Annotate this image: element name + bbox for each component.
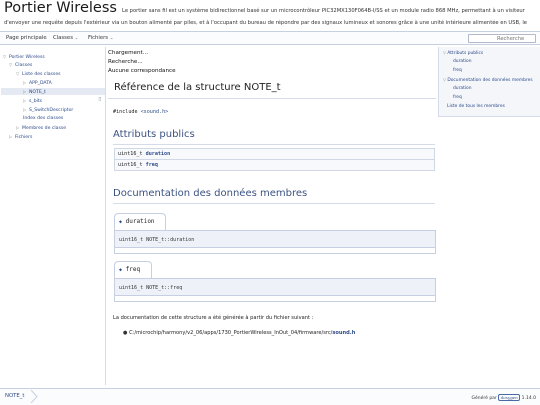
generated-from-note: La documentation de cette structure a ét…: [113, 315, 314, 321]
main-document: Chargement... Recherche... Aucune corres…: [107, 47, 437, 385]
nav-files-label: Fichiers: [88, 35, 109, 41]
toc-item-label: freq: [453, 95, 462, 100]
source-file-item: ● C:/microchip/harmony/v2_06/apps/1730_P…: [123, 330, 355, 336]
status-no-match: Aucune correspondance: [108, 68, 176, 74]
toc-item-label: duration: [453, 86, 472, 91]
member-name: freq: [125, 266, 141, 273]
section-title-public-attributes: Attributs publics: [113, 129, 195, 140]
tree-item-files[interactable]: ▷ Fichiers: [9, 133, 32, 140]
tree-item-label: S_SwitchDescriptor: [29, 108, 74, 113]
member-name: duration: [125, 218, 155, 225]
toc-item-duration-doc[interactable]: duration: [453, 86, 471, 91]
toc-item-all-members[interactable]: Liste de tous les membres: [447, 104, 505, 109]
attribute-name-link[interactable]: duration: [146, 151, 171, 157]
status-loading: Chargement...: [108, 50, 149, 56]
attribute-row: uint16_t duration: [115, 149, 434, 160]
tree-item-classes[interactable]: ▽ Classes: [9, 61, 32, 68]
tree-item-class-list[interactable]: ▽ Liste des classes: [16, 70, 61, 77]
section-divider: [113, 144, 435, 145]
tree-item-class-members[interactable]: ▷ Membres de classe: [16, 124, 66, 131]
doxygen-logo[interactable]: doxygen: [498, 394, 521, 401]
tree-item-label: Portier Wireless: [9, 55, 45, 60]
nav-classes-label: Classes: [53, 35, 73, 41]
page-title-bar: Référence de la structure NOTE_t: [108, 77, 436, 99]
nav-files[interactable]: Fichiers ⌄: [88, 35, 114, 41]
tree-item-s-switchdescriptor[interactable]: ▷ S_SwitchDescriptor: [23, 106, 73, 113]
toc-item-label: Documentation des données membres: [447, 78, 533, 83]
toc-item-label: duration: [453, 59, 472, 64]
toc-item-public-attributes[interactable]: ▽ Attributs publics: [443, 50, 483, 56]
toc-item-duration[interactable]: duration: [453, 59, 471, 64]
member-heading-duration: ◆ duration: [114, 213, 166, 230]
page-title: Référence de la structure NOTE_t: [114, 82, 281, 93]
include-line: #include <sound.h>: [113, 109, 168, 115]
member-prototype: uint16_t NOTE_t::duration: [114, 230, 436, 248]
attribute-type: uint16_t: [118, 151, 143, 157]
tree-item-class-index[interactable]: Index des classes: [17, 115, 63, 122]
member-anchor-icon[interactable]: ◆: [119, 267, 122, 273]
section-title-member-docs: Documentation des données membres: [113, 188, 308, 199]
footer-navpath: NOTE_t Généré par doxygen 1.14.0: [0, 388, 540, 405]
member-prototype: uint16_t NOTE_t::freq: [114, 278, 436, 296]
project-header: Portier Wireless Le portier sans fil est…: [0, 0, 540, 38]
section-divider: [113, 203, 435, 204]
toc-item-freq[interactable]: freq: [453, 68, 462, 73]
tree-item-app-data[interactable]: ▷ APP_DATA: [23, 79, 52, 86]
member-anchor-icon[interactable]: ◆: [119, 219, 122, 225]
toc-item-label: Liste de tous les membres: [447, 104, 505, 109]
generated-by: Généré par doxygen 1.14.0: [471, 394, 536, 401]
include-file-link[interactable]: <sound.h>: [141, 109, 169, 115]
side-navigation-tree: ▽ Portier Wireless ▽ Classes ▽ Liste des cl…: [0, 47, 106, 385]
tree-item-label: Liste des classes: [22, 72, 61, 77]
nav-classes[interactable]: Classes ⌄: [53, 35, 78, 41]
tree-item-label: Classes: [15, 63, 33, 68]
attribute-name-link[interactable]: freq: [146, 162, 158, 168]
status-searching: Recherche...: [108, 59, 143, 65]
nav-main-page-label: Page principale: [6, 35, 47, 41]
bullet-icon: ●: [123, 330, 128, 336]
tree-item-s-bits[interactable]: ▷ s_bits: [23, 97, 42, 104]
search-input[interactable]: [468, 34, 536, 43]
toc-item-freq-doc[interactable]: freq: [453, 95, 462, 100]
tree-item-label: s_bits: [29, 99, 43, 104]
top-navigation-bar: Page principale Classes ⌄ Fichiers ⌄: [0, 31, 540, 45]
source-file-link[interactable]: sound.h: [332, 330, 355, 336]
nav-main-page[interactable]: Page principale: [6, 35, 47, 41]
toc-item-member-docs[interactable]: ▽ Documentation des données membres: [443, 77, 533, 83]
table-of-contents: ▽ Attributs publics duration freq ▽ Docu…: [438, 47, 540, 117]
member-doc-body: [114, 248, 436, 254]
tree-item-label: Membres de classe: [22, 126, 67, 131]
tree-item-label: Fichiers: [15, 135, 33, 140]
project-title: Portier Wireless: [4, 0, 117, 16]
attribute-row: uint16_t freq: [115, 160, 434, 171]
tree-item-label: NOTE_t: [29, 90, 46, 95]
toc-toggle-icon[interactable]: ▽: [443, 77, 446, 82]
member-heading-freq: ◆ freq: [114, 261, 152, 278]
attributes-table: uint16_t duration uint16_t freq: [114, 148, 435, 171]
chevron-down-icon: ⌄: [109, 36, 114, 41]
include-keyword: #include: [113, 109, 141, 115]
tree-item-note-t[interactable]: ▷ NOTE_t: [1, 88, 105, 95]
toc-item-label: freq: [453, 68, 462, 73]
tree-item-portier-wireless[interactable]: ▽ Portier Wireless: [3, 53, 45, 60]
tree-item-label: APP_DATA: [29, 81, 52, 86]
breadcrumb-arrow-icon: [30, 390, 38, 403]
attribute-type: uint16_t: [118, 162, 143, 168]
toc-item-label: Attributs publics: [447, 51, 484, 56]
doxygen-version: 1.14.0: [521, 396, 536, 401]
generated-by-label: Généré par: [471, 396, 497, 401]
source-file-prefix: C:/microchip/harmony/v2_06/apps/1730_Por…: [129, 330, 333, 336]
split-handle-icon[interactable]: ⠿: [98, 97, 102, 103]
chevron-down-icon: ⌄: [74, 36, 79, 41]
tree-item-label: Index des classes: [23, 116, 64, 121]
toc-toggle-icon[interactable]: ▽: [443, 50, 446, 55]
breadcrumb-note-t[interactable]: NOTE_t: [5, 393, 24, 399]
member-doc-body: [114, 296, 436, 302]
